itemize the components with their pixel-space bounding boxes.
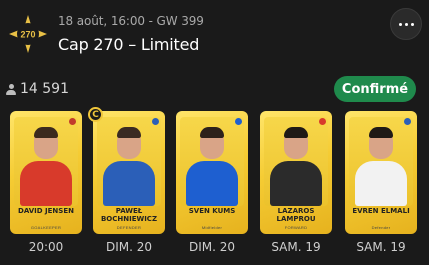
- club-badge-icon: [319, 118, 326, 125]
- club-badge-icon: [235, 118, 242, 125]
- svg-text:270: 270: [20, 30, 35, 40]
- player-card[interactable]: DAVID JENSEN GOALKEEPER: [10, 111, 82, 234]
- dot-icon: [398, 22, 402, 26]
- player-position: GOALKEEPER: [30, 225, 62, 230]
- player-position: Defender: [371, 225, 391, 230]
- match-time: DIM. 20: [105, 240, 153, 254]
- match-time: 20:00: [28, 240, 64, 254]
- player-name: PAWEŁ BOCHNIEWICZ: [100, 207, 158, 223]
- club-badge-icon: [152, 118, 159, 125]
- player-name: DAVID JENSEN: [18, 207, 74, 215]
- player-position: DEFENDER: [116, 225, 142, 230]
- match-time: SAM. 19: [271, 240, 321, 254]
- match-time: SAM. 19: [356, 240, 406, 254]
- participants-count: 14 591: [6, 81, 69, 97]
- player-card[interactable]: PAWEŁ BOCHNIEWICZ DEFENDER: [93, 111, 165, 234]
- player-name: LAZAROS LAMPROU: [276, 207, 316, 223]
- match-meta: 18 août, 16:00 - GW 399: [58, 14, 204, 28]
- match-time: DIM. 20: [188, 240, 236, 254]
- player-name: Sven Kums: [188, 207, 236, 215]
- player-position: FORWARD: [284, 225, 308, 230]
- dot-icon: [410, 22, 414, 26]
- captain-badge: C: [88, 107, 103, 122]
- dot-icon: [404, 22, 408, 26]
- player-card[interactable]: Sven Kums Midfielder: [176, 111, 248, 234]
- player-card[interactable]: Evren Elmalı Defender: [345, 111, 417, 234]
- club-badge-icon: [404, 118, 411, 125]
- cap-270-logo: 270: [8, 14, 48, 54]
- participants-value: 14 591: [20, 81, 69, 97]
- status-button[interactable]: Confirmé: [334, 76, 416, 102]
- user-icon: [6, 83, 16, 95]
- page-title: Cap 270 – Limited: [58, 35, 200, 54]
- player-name: Evren Elmalı: [352, 207, 410, 215]
- club-badge-icon: [69, 118, 76, 125]
- player-position: Midfielder: [201, 225, 223, 230]
- more-options-button[interactable]: [390, 8, 422, 40]
- player-card[interactable]: LAZAROS LAMPROU FORWARD: [260, 111, 332, 234]
